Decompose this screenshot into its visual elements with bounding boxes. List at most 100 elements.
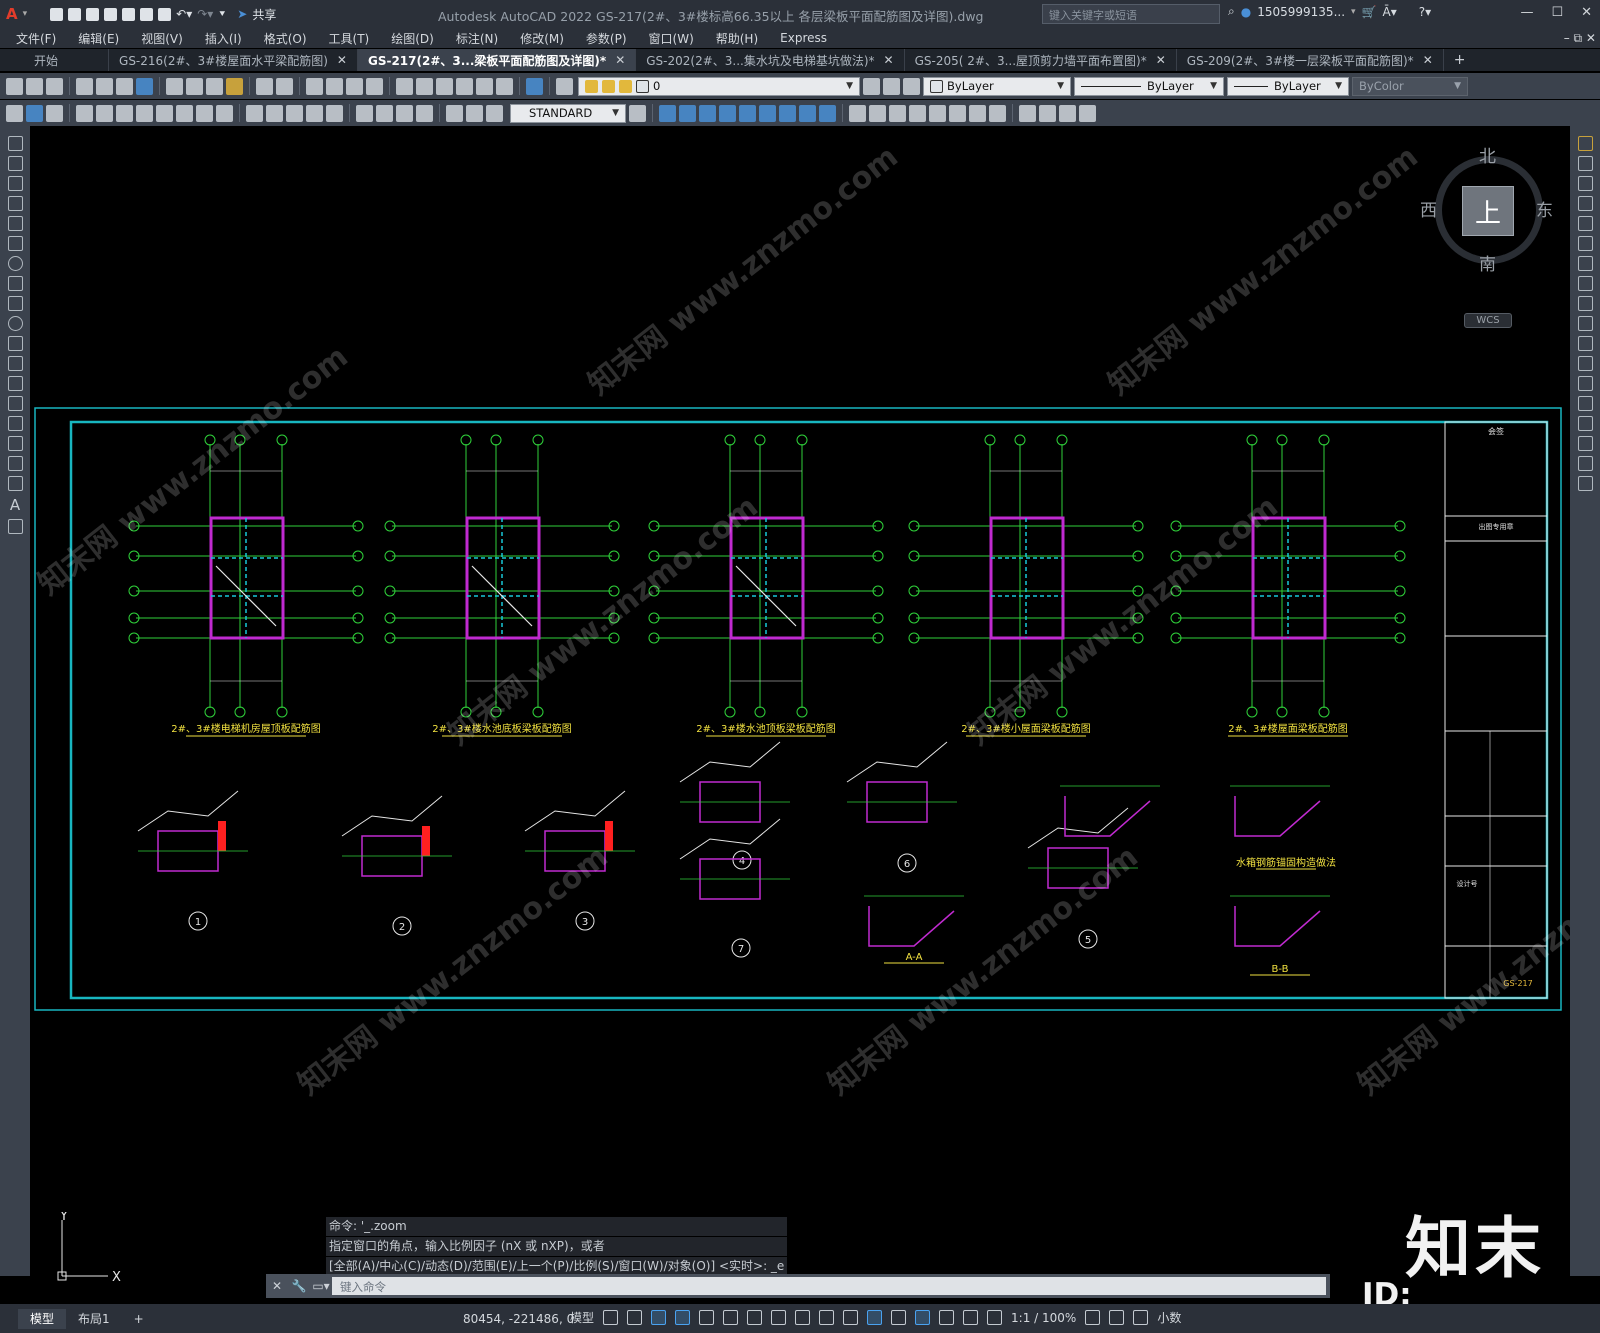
isodraft-icon[interactable] (723, 1310, 739, 1325)
dynamic-input-icon[interactable] (651, 1310, 667, 1325)
3d-move-icon[interactable] (949, 104, 966, 122)
dim-style-manager-icon[interactable] (629, 104, 646, 122)
continue-dim-icon[interactable] (286, 104, 303, 122)
menu-help[interactable]: 帮助(H) (705, 30, 769, 47)
search-icon[interactable]: ⌕ (1228, 4, 1235, 19)
mirror-icon[interactable] (1577, 176, 1593, 191)
compass-east[interactable]: 东 (1536, 196, 1553, 221)
ellipse-arc-icon[interactable] (7, 336, 23, 351)
save-icon[interactable] (86, 7, 100, 21)
tab-gs-217[interactable]: GS-217(2#、3...梁板平面配筋图及详图)* ✕ (357, 49, 637, 71)
close-command-icon[interactable]: ✕ (266, 1279, 288, 1293)
new-icon[interactable] (6, 77, 23, 95)
annotation-monitor-icon[interactable] (1133, 1310, 1149, 1325)
chamfer-icon[interactable] (1577, 416, 1593, 431)
close-tab-icon[interactable]: ✕ (884, 53, 894, 67)
menu-insert[interactable]: 插入(I) (194, 30, 253, 47)
layer-dropdown[interactable]: 0 ▼ (578, 76, 860, 96)
search-input[interactable]: 键入关键字或短语 (1042, 4, 1220, 24)
materials-icon[interactable] (1079, 104, 1096, 122)
layer-state-icon[interactable] (903, 77, 920, 95)
jogged-linear-icon[interactable] (416, 104, 433, 122)
wedge-icon[interactable] (699, 104, 716, 122)
drawing-canvas[interactable]: 2#、3#楼电梯机房屋顶板配筋图 2#、3#楼水池底板梁板配筋图 2#、3#楼水池顶… (30, 126, 1570, 1276)
copy-object-icon[interactable] (1577, 156, 1593, 171)
share-icon[interactable]: ➤ (237, 7, 247, 21)
lineweight-icon[interactable] (795, 1310, 811, 1325)
menu-express[interactable]: Express (769, 31, 838, 45)
diameter-dim-icon[interactable] (196, 104, 213, 122)
selection-filter-icon[interactable] (915, 1310, 931, 1325)
close-tab-icon[interactable]: ✕ (1423, 53, 1433, 67)
break-icon[interactable] (1577, 376, 1593, 391)
circle-icon[interactable] (7, 256, 23, 271)
radius-dim-icon[interactable] (156, 104, 173, 122)
tolerance-icon[interactable] (356, 104, 373, 122)
plotstyle-dropdown[interactable]: ByColor ▼ (1352, 76, 1468, 96)
color-dropdown[interactable]: ByLayer ▼ (923, 76, 1071, 96)
cylinder-icon[interactable] (679, 104, 696, 122)
compass-north[interactable]: 北 (1479, 142, 1496, 167)
menu-parameter[interactable]: 参数(P) (575, 30, 638, 47)
line-icon[interactable] (7, 136, 23, 151)
pyramid-icon[interactable] (779, 104, 796, 122)
revolve-icon[interactable] (819, 104, 836, 122)
open-icon[interactable] (26, 77, 43, 95)
extrude-icon[interactable] (799, 104, 816, 122)
dim-break-icon[interactable] (326, 104, 343, 122)
quick-dim-icon[interactable] (246, 104, 263, 122)
design-center-icon[interactable] (416, 77, 433, 95)
paste-icon[interactable] (206, 77, 223, 95)
ordinate-dim-icon[interactable] (136, 104, 153, 122)
close-tab-icon[interactable]: ✕ (615, 53, 625, 67)
revcloud-icon[interactable] (7, 276, 23, 291)
blend-icon[interactable] (1577, 456, 1593, 471)
region-icon[interactable] (7, 456, 23, 471)
sheet-set-icon[interactable] (456, 77, 473, 95)
render-icon[interactable] (1039, 104, 1056, 122)
layer-previous-icon[interactable] (883, 77, 900, 95)
shell-icon[interactable] (929, 104, 946, 122)
layer-properties-icon[interactable] (556, 77, 573, 95)
plus-icon[interactable] (1109, 1310, 1125, 1325)
add-selected-icon[interactable] (7, 519, 23, 534)
help-icon[interactable]: ?▾ (1419, 5, 1431, 19)
redo-icon[interactable]: ↷▾ (197, 7, 213, 21)
cone-icon[interactable] (719, 104, 736, 122)
quick-select-icon[interactable] (6, 104, 23, 122)
box-icon[interactable] (659, 104, 676, 122)
arc-length-icon[interactable] (116, 104, 133, 122)
trim-icon[interactable] (1577, 316, 1593, 331)
undo-icon[interactable]: ↶▾ (176, 7, 192, 21)
open-web-icon[interactable] (122, 7, 136, 21)
tab-start[interactable]: 开始 (0, 49, 110, 71)
compass-south[interactable]: 南 (1479, 250, 1496, 275)
zoom-window-icon[interactable] (346, 77, 363, 95)
break-point-icon[interactable] (1577, 356, 1593, 371)
copy-icon[interactable] (186, 77, 203, 95)
save-icon[interactable] (46, 77, 63, 95)
selection-cycling-icon[interactable] (843, 1310, 859, 1325)
print-icon[interactable] (76, 77, 93, 95)
cart-icon[interactable]: 🛒 (1362, 5, 1377, 19)
workspace-icon[interactable] (1085, 1310, 1101, 1325)
grid-icon[interactable] (603, 1310, 619, 1325)
user-icon[interactable]: ● (1241, 5, 1251, 19)
minimize-icon[interactable]: — (1520, 5, 1533, 20)
sphere-icon[interactable] (739, 104, 756, 122)
help-icon[interactable] (526, 77, 543, 95)
command-input[interactable]: 键入命令 (332, 1277, 1326, 1295)
open-file-icon[interactable] (68, 7, 82, 21)
dimstyle-dropdown[interactable]: STANDARD ▼ (510, 103, 626, 123)
save-web-icon[interactable] (140, 7, 154, 21)
linear-dim-icon[interactable] (76, 104, 93, 122)
properties-icon[interactable] (396, 77, 413, 95)
new-tab-button[interactable]: + (1444, 49, 1476, 71)
menu-edit[interactable]: 编辑(E) (67, 30, 130, 47)
new-file-icon[interactable] (50, 7, 64, 21)
save-as-icon[interactable] (104, 7, 118, 21)
menu-format[interactable]: 格式(O) (253, 30, 318, 47)
slice-icon[interactable] (909, 104, 926, 122)
linetype-dropdown[interactable]: ByLayer ▼ (1074, 76, 1224, 96)
share-button[interactable]: 共享 (252, 6, 276, 23)
